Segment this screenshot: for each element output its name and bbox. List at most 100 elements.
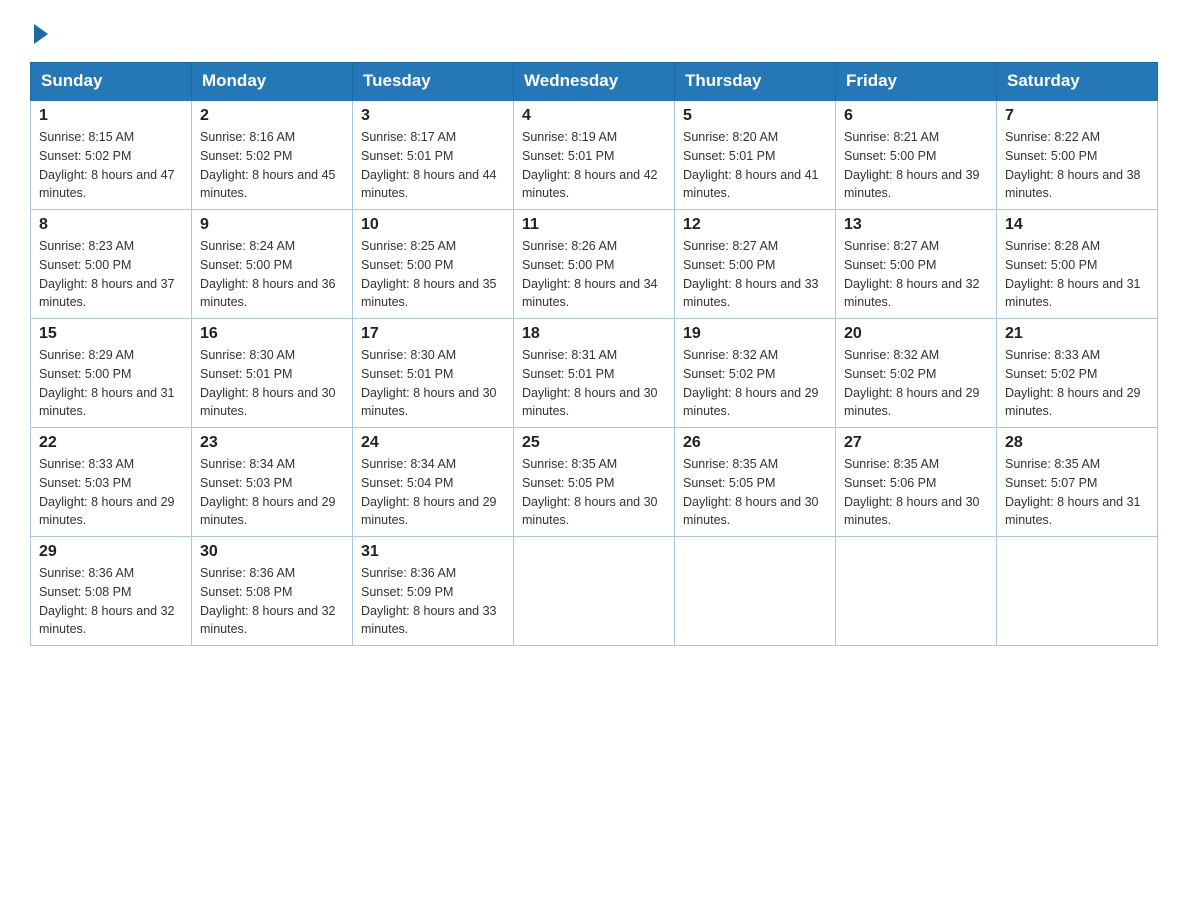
calendar-cell — [836, 537, 997, 646]
day-number: 9 — [200, 216, 344, 234]
day-number: 4 — [522, 107, 666, 125]
day-info: Sunrise: 8:36 AMSunset: 5:08 PMDaylight:… — [200, 566, 336, 636]
calendar-header-row: SundayMondayTuesdayWednesdayThursdayFrid… — [31, 63, 1158, 101]
day-info: Sunrise: 8:26 AMSunset: 5:00 PMDaylight:… — [522, 239, 658, 309]
day-info: Sunrise: 8:19 AMSunset: 5:01 PMDaylight:… — [522, 130, 658, 200]
day-number: 25 — [522, 434, 666, 452]
day-info: Sunrise: 8:29 AMSunset: 5:00 PMDaylight:… — [39, 348, 175, 418]
calendar-cell: 23 Sunrise: 8:34 AMSunset: 5:03 PMDaylig… — [192, 428, 353, 537]
calendar-header-sunday: Sunday — [31, 63, 192, 101]
day-number: 16 — [200, 325, 344, 343]
day-number: 21 — [1005, 325, 1149, 343]
calendar-cell: 7 Sunrise: 8:22 AMSunset: 5:00 PMDayligh… — [997, 100, 1158, 210]
day-number: 27 — [844, 434, 988, 452]
day-info: Sunrise: 8:34 AMSunset: 5:04 PMDaylight:… — [361, 457, 497, 527]
day-info: Sunrise: 8:33 AMSunset: 5:03 PMDaylight:… — [39, 457, 175, 527]
calendar-cell: 6 Sunrise: 8:21 AMSunset: 5:00 PMDayligh… — [836, 100, 997, 210]
day-number: 17 — [361, 325, 505, 343]
day-info: Sunrise: 8:35 AMSunset: 5:06 PMDaylight:… — [844, 457, 980, 527]
calendar-header-monday: Monday — [192, 63, 353, 101]
calendar-cell: 4 Sunrise: 8:19 AMSunset: 5:01 PMDayligh… — [514, 100, 675, 210]
logo-arrow-icon — [34, 24, 48, 44]
day-info: Sunrise: 8:27 AMSunset: 5:00 PMDaylight:… — [683, 239, 819, 309]
day-info: Sunrise: 8:31 AMSunset: 5:01 PMDaylight:… — [522, 348, 658, 418]
day-number: 28 — [1005, 434, 1149, 452]
day-number: 12 — [683, 216, 827, 234]
day-number: 26 — [683, 434, 827, 452]
day-number: 7 — [1005, 107, 1149, 125]
calendar-header-wednesday: Wednesday — [514, 63, 675, 101]
calendar-cell: 25 Sunrise: 8:35 AMSunset: 5:05 PMDaylig… — [514, 428, 675, 537]
day-info: Sunrise: 8:34 AMSunset: 5:03 PMDaylight:… — [200, 457, 336, 527]
day-info: Sunrise: 8:15 AMSunset: 5:02 PMDaylight:… — [39, 130, 175, 200]
calendar-cell: 1 Sunrise: 8:15 AMSunset: 5:02 PMDayligh… — [31, 100, 192, 210]
day-number: 3 — [361, 107, 505, 125]
day-number: 13 — [844, 216, 988, 234]
calendar-table: SundayMondayTuesdayWednesdayThursdayFrid… — [30, 62, 1158, 646]
day-info: Sunrise: 8:24 AMSunset: 5:00 PMDaylight:… — [200, 239, 336, 309]
day-number: 8 — [39, 216, 183, 234]
day-info: Sunrise: 8:22 AMSunset: 5:00 PMDaylight:… — [1005, 130, 1141, 200]
calendar-week-row: 29 Sunrise: 8:36 AMSunset: 5:08 PMDaylig… — [31, 537, 1158, 646]
day-info: Sunrise: 8:16 AMSunset: 5:02 PMDaylight:… — [200, 130, 336, 200]
day-number: 23 — [200, 434, 344, 452]
calendar-header-friday: Friday — [836, 63, 997, 101]
calendar-header-saturday: Saturday — [997, 63, 1158, 101]
day-number: 18 — [522, 325, 666, 343]
day-info: Sunrise: 8:30 AMSunset: 5:01 PMDaylight:… — [361, 348, 497, 418]
day-info: Sunrise: 8:28 AMSunset: 5:00 PMDaylight:… — [1005, 239, 1141, 309]
calendar-cell: 10 Sunrise: 8:25 AMSunset: 5:00 PMDaylig… — [353, 210, 514, 319]
day-number: 6 — [844, 107, 988, 125]
calendar-cell: 5 Sunrise: 8:20 AMSunset: 5:01 PMDayligh… — [675, 100, 836, 210]
calendar-cell: 24 Sunrise: 8:34 AMSunset: 5:04 PMDaylig… — [353, 428, 514, 537]
calendar-week-row: 1 Sunrise: 8:15 AMSunset: 5:02 PMDayligh… — [31, 100, 1158, 210]
day-info: Sunrise: 8:36 AMSunset: 5:09 PMDaylight:… — [361, 566, 497, 636]
calendar-cell: 3 Sunrise: 8:17 AMSunset: 5:01 PMDayligh… — [353, 100, 514, 210]
calendar-cell: 11 Sunrise: 8:26 AMSunset: 5:00 PMDaylig… — [514, 210, 675, 319]
day-info: Sunrise: 8:35 AMSunset: 5:07 PMDaylight:… — [1005, 457, 1141, 527]
calendar-cell: 16 Sunrise: 8:30 AMSunset: 5:01 PMDaylig… — [192, 319, 353, 428]
calendar-cell: 18 Sunrise: 8:31 AMSunset: 5:01 PMDaylig… — [514, 319, 675, 428]
day-number: 22 — [39, 434, 183, 452]
day-info: Sunrise: 8:33 AMSunset: 5:02 PMDaylight:… — [1005, 348, 1141, 418]
day-number: 11 — [522, 216, 666, 234]
calendar-cell — [675, 537, 836, 646]
day-info: Sunrise: 8:23 AMSunset: 5:00 PMDaylight:… — [39, 239, 175, 309]
logo — [30, 20, 48, 42]
day-info: Sunrise: 8:36 AMSunset: 5:08 PMDaylight:… — [39, 566, 175, 636]
calendar-cell: 12 Sunrise: 8:27 AMSunset: 5:00 PMDaylig… — [675, 210, 836, 319]
day-number: 10 — [361, 216, 505, 234]
day-number: 15 — [39, 325, 183, 343]
day-info: Sunrise: 8:21 AMSunset: 5:00 PMDaylight:… — [844, 130, 980, 200]
calendar-cell: 19 Sunrise: 8:32 AMSunset: 5:02 PMDaylig… — [675, 319, 836, 428]
calendar-cell: 28 Sunrise: 8:35 AMSunset: 5:07 PMDaylig… — [997, 428, 1158, 537]
calendar-header-tuesday: Tuesday — [353, 63, 514, 101]
day-number: 1 — [39, 107, 183, 125]
day-number: 19 — [683, 325, 827, 343]
day-info: Sunrise: 8:20 AMSunset: 5:01 PMDaylight:… — [683, 130, 819, 200]
calendar-cell: 13 Sunrise: 8:27 AMSunset: 5:00 PMDaylig… — [836, 210, 997, 319]
day-info: Sunrise: 8:32 AMSunset: 5:02 PMDaylight:… — [683, 348, 819, 418]
day-number: 20 — [844, 325, 988, 343]
page-header — [30, 20, 1158, 42]
calendar-header-thursday: Thursday — [675, 63, 836, 101]
calendar-cell: 2 Sunrise: 8:16 AMSunset: 5:02 PMDayligh… — [192, 100, 353, 210]
day-number: 2 — [200, 107, 344, 125]
calendar-cell — [997, 537, 1158, 646]
day-number: 30 — [200, 543, 344, 561]
day-info: Sunrise: 8:25 AMSunset: 5:00 PMDaylight:… — [361, 239, 497, 309]
day-info: Sunrise: 8:35 AMSunset: 5:05 PMDaylight:… — [683, 457, 819, 527]
day-number: 29 — [39, 543, 183, 561]
day-info: Sunrise: 8:35 AMSunset: 5:05 PMDaylight:… — [522, 457, 658, 527]
calendar-cell: 22 Sunrise: 8:33 AMSunset: 5:03 PMDaylig… — [31, 428, 192, 537]
calendar-week-row: 8 Sunrise: 8:23 AMSunset: 5:00 PMDayligh… — [31, 210, 1158, 319]
day-number: 31 — [361, 543, 505, 561]
calendar-cell: 17 Sunrise: 8:30 AMSunset: 5:01 PMDaylig… — [353, 319, 514, 428]
calendar-cell: 8 Sunrise: 8:23 AMSunset: 5:00 PMDayligh… — [31, 210, 192, 319]
day-info: Sunrise: 8:17 AMSunset: 5:01 PMDaylight:… — [361, 130, 497, 200]
calendar-cell: 15 Sunrise: 8:29 AMSunset: 5:00 PMDaylig… — [31, 319, 192, 428]
calendar-cell: 31 Sunrise: 8:36 AMSunset: 5:09 PMDaylig… — [353, 537, 514, 646]
day-info: Sunrise: 8:30 AMSunset: 5:01 PMDaylight:… — [200, 348, 336, 418]
day-info: Sunrise: 8:27 AMSunset: 5:00 PMDaylight:… — [844, 239, 980, 309]
calendar-cell: 9 Sunrise: 8:24 AMSunset: 5:00 PMDayligh… — [192, 210, 353, 319]
